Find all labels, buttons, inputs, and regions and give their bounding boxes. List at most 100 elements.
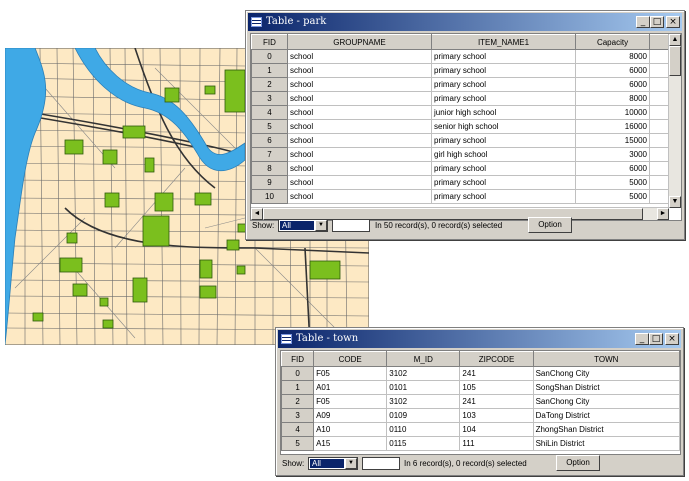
town-table-window[interactable]: Table - town _ □ × FID CODE M_ID ZIPCODE… — [275, 327, 684, 476]
table-row[interactable]: 7 school girl high school 3000 — [251, 147, 670, 162]
code-cell[interactable]: A01 — [313, 380, 388, 395]
capacity-cell[interactable]: 10000 — [575, 105, 650, 120]
table-row[interactable]: 4 A10 0110 104 ZhongShan District — [281, 422, 680, 437]
fid-cell[interactable]: 0 — [251, 49, 288, 64]
zipcode-cell[interactable]: 104 — [459, 422, 534, 437]
zipcode-cell[interactable]: 241 — [459, 394, 534, 409]
item-name-cell[interactable]: senior high school — [431, 119, 576, 134]
fid-cell[interactable]: 3 — [251, 91, 288, 106]
code-cell[interactable]: F05 — [313, 394, 388, 409]
town-cell[interactable]: SongShan District — [532, 380, 680, 395]
table-row[interactable]: 0 school primary school 8000 — [251, 49, 670, 64]
item-name-cell[interactable]: girl high school — [431, 147, 576, 162]
town-window-titlebar[interactable]: Table - town _ □ × — [278, 330, 681, 348]
zipcode-cell[interactable]: 111 — [459, 436, 534, 451]
table-row[interactable]: 2 F05 3102 241 SanChong City — [281, 394, 680, 409]
code-cell[interactable]: F05 — [313, 366, 388, 381]
fid-cell[interactable]: 8 — [251, 161, 288, 176]
table-row[interactable]: 0 F05 3102 241 SanChong City — [281, 366, 680, 381]
table-row[interactable]: 6 school primary school 15000 — [251, 133, 670, 148]
column-header-fid[interactable]: FID — [251, 34, 288, 50]
fid-cell[interactable]: 4 — [281, 422, 315, 437]
capacity-cell[interactable]: 6000 — [575, 77, 650, 92]
capacity-cell[interactable]: 6000 — [575, 63, 650, 78]
town-cell[interactable]: SanChong City — [532, 394, 680, 409]
item-name-cell[interactable]: primary school — [431, 133, 576, 148]
groupname-cell[interactable]: school — [287, 91, 432, 106]
capacity-cell[interactable]: 6000 — [575, 161, 650, 176]
town-cell[interactable]: ZhongShan District — [532, 422, 680, 437]
scroll-down-icon[interactable]: ▼ — [669, 196, 681, 208]
chevron-down-icon[interactable]: ▼ — [345, 458, 357, 469]
m-id-cell[interactable]: 0115 — [386, 436, 461, 451]
fid-cell[interactable]: 5 — [251, 119, 288, 134]
zipcode-cell[interactable]: 105 — [459, 380, 534, 395]
column-header-town[interactable]: TOWN — [532, 351, 680, 367]
column-header-zipcode[interactable]: ZIPCODE — [459, 351, 534, 367]
item-name-cell[interactable]: primary school — [431, 91, 576, 106]
item-name-cell[interactable]: junior high school — [431, 105, 576, 120]
fid-cell[interactable]: 4 — [251, 105, 288, 120]
item-name-cell[interactable]: primary school — [431, 77, 576, 92]
table-row[interactable]: 9 school primary school 5000 — [251, 175, 670, 190]
chevron-down-icon[interactable]: ▼ — [315, 220, 327, 231]
zipcode-cell[interactable]: 103 — [459, 408, 534, 423]
code-cell[interactable]: A09 — [313, 408, 388, 423]
table-row[interactable]: 10 school primary school 5000 — [251, 189, 670, 204]
column-header-m-id[interactable]: M_ID — [386, 351, 461, 367]
item-name-cell[interactable]: primary school — [431, 175, 576, 190]
groupname-cell[interactable]: school — [287, 175, 432, 190]
groupname-cell[interactable]: school — [287, 105, 432, 120]
fid-cell[interactable]: 0 — [281, 366, 315, 381]
table-row[interactable]: 2 school primary school 6000 — [251, 77, 670, 92]
town-cell[interactable]: ShiLin District — [532, 436, 680, 451]
fid-cell[interactable]: 10 — [251, 189, 288, 204]
zipcode-cell[interactable]: 241 — [459, 366, 534, 381]
fid-cell[interactable]: 2 — [251, 77, 288, 92]
scroll-up-icon[interactable]: ▲ — [669, 34, 681, 46]
scroll-right-icon[interactable]: ► — [657, 208, 669, 220]
table-row[interactable]: 4 school junior high school 10000 — [251, 105, 670, 120]
m-id-cell[interactable]: 0101 — [386, 380, 461, 395]
fid-cell[interactable]: 1 — [251, 63, 288, 78]
code-cell[interactable]: A10 — [313, 422, 388, 437]
table-row[interactable]: 1 A01 0101 105 SongShan District — [281, 380, 680, 395]
item-name-cell[interactable]: primary school — [431, 189, 576, 204]
table-row[interactable]: 5 A15 0115 111 ShiLin District — [281, 436, 680, 451]
m-id-cell[interactable]: 3102 — [386, 394, 461, 409]
code-cell[interactable]: A15 — [313, 436, 388, 451]
table-row[interactable]: 8 school primary school 6000 — [251, 161, 670, 176]
capacity-cell[interactable]: 8000 — [575, 49, 650, 64]
capacity-cell[interactable]: 8000 — [575, 91, 650, 106]
scroll-left-icon[interactable]: ◄ — [251, 208, 263, 220]
capacity-cell[interactable]: 5000 — [575, 175, 650, 190]
minimize-button[interactable]: _ — [636, 16, 650, 28]
vertical-scroll-thumb[interactable] — [669, 46, 681, 76]
m-id-cell[interactable]: 0110 — [386, 422, 461, 437]
capacity-cell[interactable]: 15000 — [575, 133, 650, 148]
fid-cell[interactable]: 7 — [251, 147, 288, 162]
park-table-window[interactable]: Table - park _ □ × FID GROUPNAME ITEM_NA… — [245, 10, 685, 240]
show-filter-dropdown[interactable]: All ▼ — [278, 219, 328, 232]
fid-cell[interactable]: 3 — [281, 408, 315, 423]
fid-cell[interactable]: 2 — [281, 394, 315, 409]
groupname-cell[interactable]: school — [287, 161, 432, 176]
table-row[interactable]: 3 school primary school 8000 — [251, 91, 670, 106]
filter-text-input[interactable] — [332, 219, 370, 232]
column-header-code[interactable]: CODE — [313, 351, 388, 367]
maximize-button[interactable]: □ — [650, 16, 664, 28]
town-cell[interactable]: DaTong District — [532, 408, 680, 423]
minimize-button[interactable]: _ — [635, 333, 649, 345]
capacity-cell[interactable]: 3000 — [575, 147, 650, 162]
maximize-button[interactable]: □ — [649, 333, 663, 345]
capacity-cell[interactable]: 5000 — [575, 189, 650, 204]
table-row[interactable]: 1 school primary school 6000 — [251, 63, 670, 78]
park-vertical-scrollbar[interactable]: ▲ ▼ — [668, 34, 681, 208]
town-attribute-grid[interactable]: FID CODE M_ID ZIPCODE TOWN 0 F05 3102 241 Sa… — [280, 350, 681, 455]
option-button[interactable]: Option — [556, 455, 600, 471]
column-header-fid[interactable]: FID — [281, 351, 315, 367]
item-name-cell[interactable]: primary school — [431, 161, 576, 176]
fid-cell[interactable]: 9 — [251, 175, 288, 190]
fid-cell[interactable]: 1 — [281, 380, 315, 395]
groupname-cell[interactable]: school — [287, 63, 432, 78]
